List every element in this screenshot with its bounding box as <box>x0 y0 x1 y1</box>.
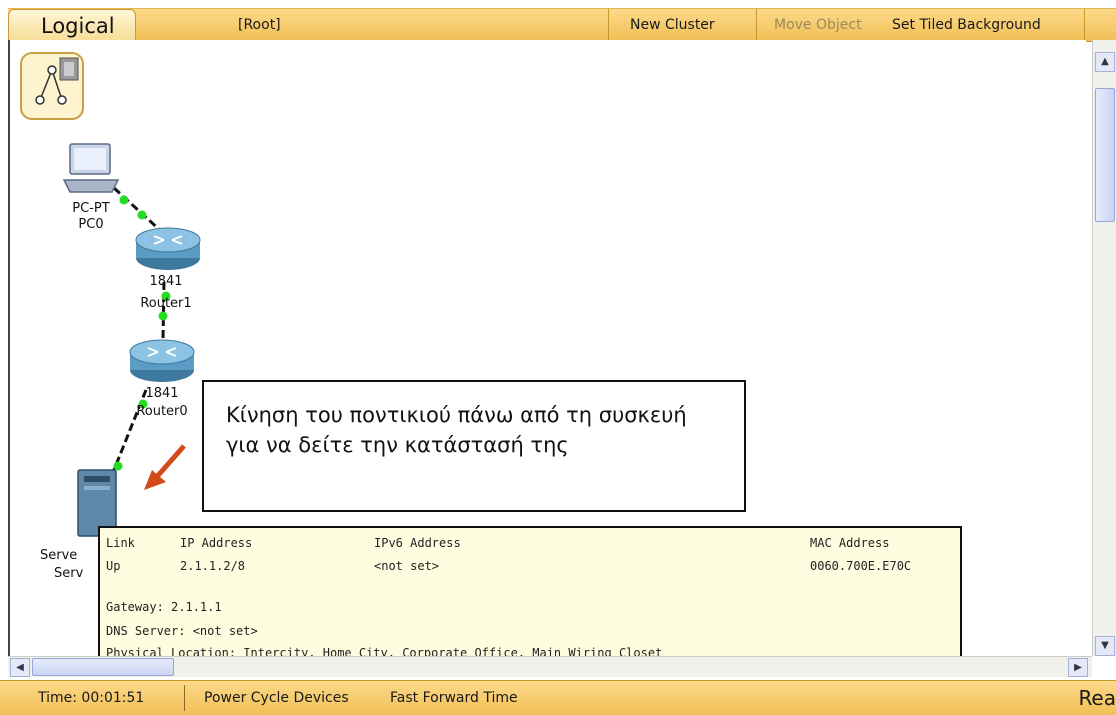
tooltip-link-status: Up <box>106 559 121 573</box>
pc-icon[interactable] <box>60 142 122 198</box>
tab-logical[interactable]: Logical <box>8 9 136 41</box>
tooltip-ipv6-address: <not set> <box>374 559 440 573</box>
router0-model-label: 1841 <box>145 386 179 401</box>
tooltip-gateway: Gateway: 2.1.1.1 <box>106 600 222 614</box>
logical-view-icon[interactable] <box>20 52 84 120</box>
set-tiled-background-button[interactable]: Set Tiled Background <box>892 9 1041 41</box>
tooltip-header-ip: IP Address <box>180 536 253 550</box>
toolbar-separator <box>756 9 757 41</box>
workspace-toolbar: Logical [Root] New Cluster Move Object S… <box>8 8 1116 42</box>
tooltip-mac-address: 0060.700E.E70C <box>810 559 912 573</box>
power-cycle-devices-button[interactable]: Power Cycle Devices <box>204 681 349 715</box>
tooltip-header-ipv6: IPv6 Address <box>374 536 461 550</box>
tooltip-dns: DNS Server: <not set> <box>106 624 258 638</box>
router0-name-label: Router0 <box>136 404 188 419</box>
realtime-mode-label[interactable]: Rea <box>1078 681 1116 715</box>
toolbar-separator <box>608 9 609 41</box>
router1-name-label: Router1 <box>140 296 192 311</box>
vertical-scroll-thumb[interactable] <box>1095 88 1115 222</box>
instruction-callout: Κίνηση του ποντικιού πάνω από τη συσκευή… <box>202 380 746 512</box>
fast-forward-time-button[interactable]: Fast Forward Time <box>390 681 518 715</box>
move-object-button[interactable]: Move Object <box>774 9 862 41</box>
breadcrumb-root[interactable]: [Root] <box>238 9 281 41</box>
pc0-name-label: PC0 <box>78 217 104 232</box>
status-bar: Time: 00:01:51 Power Cycle Devices Fast … <box>0 680 1116 715</box>
toolbar-separator <box>1084 9 1085 41</box>
server-model-label: Serve <box>40 548 78 563</box>
router1-model-label: 1841 <box>149 274 183 289</box>
router-icon[interactable] <box>126 334 198 384</box>
scroll-down-icon[interactable]: ▼ <box>1095 636 1115 656</box>
horizontal-scroll-thumb[interactable] <box>32 658 174 676</box>
scroll-right-icon[interactable]: ▶ <box>1068 658 1088 677</box>
vertical-scrollbar[interactable]: ▲ ▼ <box>1092 40 1116 656</box>
new-cluster-button[interactable]: New Cluster <box>630 9 715 41</box>
scroll-left-icon[interactable]: ◀ <box>10 658 30 677</box>
pointer-arrow-icon <box>144 444 186 490</box>
simulation-time: Time: 00:01:51 <box>38 690 145 706</box>
scroll-up-icon[interactable]: ▲ <box>1095 52 1115 72</box>
pc0-model-label: PC-PT <box>72 201 110 216</box>
horizontal-scrollbar[interactable]: ◀ ▶ <box>8 656 1092 677</box>
device-status-tooltip: Link IP Address IPv6 Address MAC Address… <box>98 526 962 666</box>
tooltip-ip-address: 2.1.1.2/8 <box>180 559 246 573</box>
status-separator <box>184 685 185 711</box>
router-icon[interactable] <box>132 222 204 272</box>
tooltip-header-link: Link <box>106 536 135 550</box>
tooltip-header-mac: MAC Address <box>810 536 890 550</box>
